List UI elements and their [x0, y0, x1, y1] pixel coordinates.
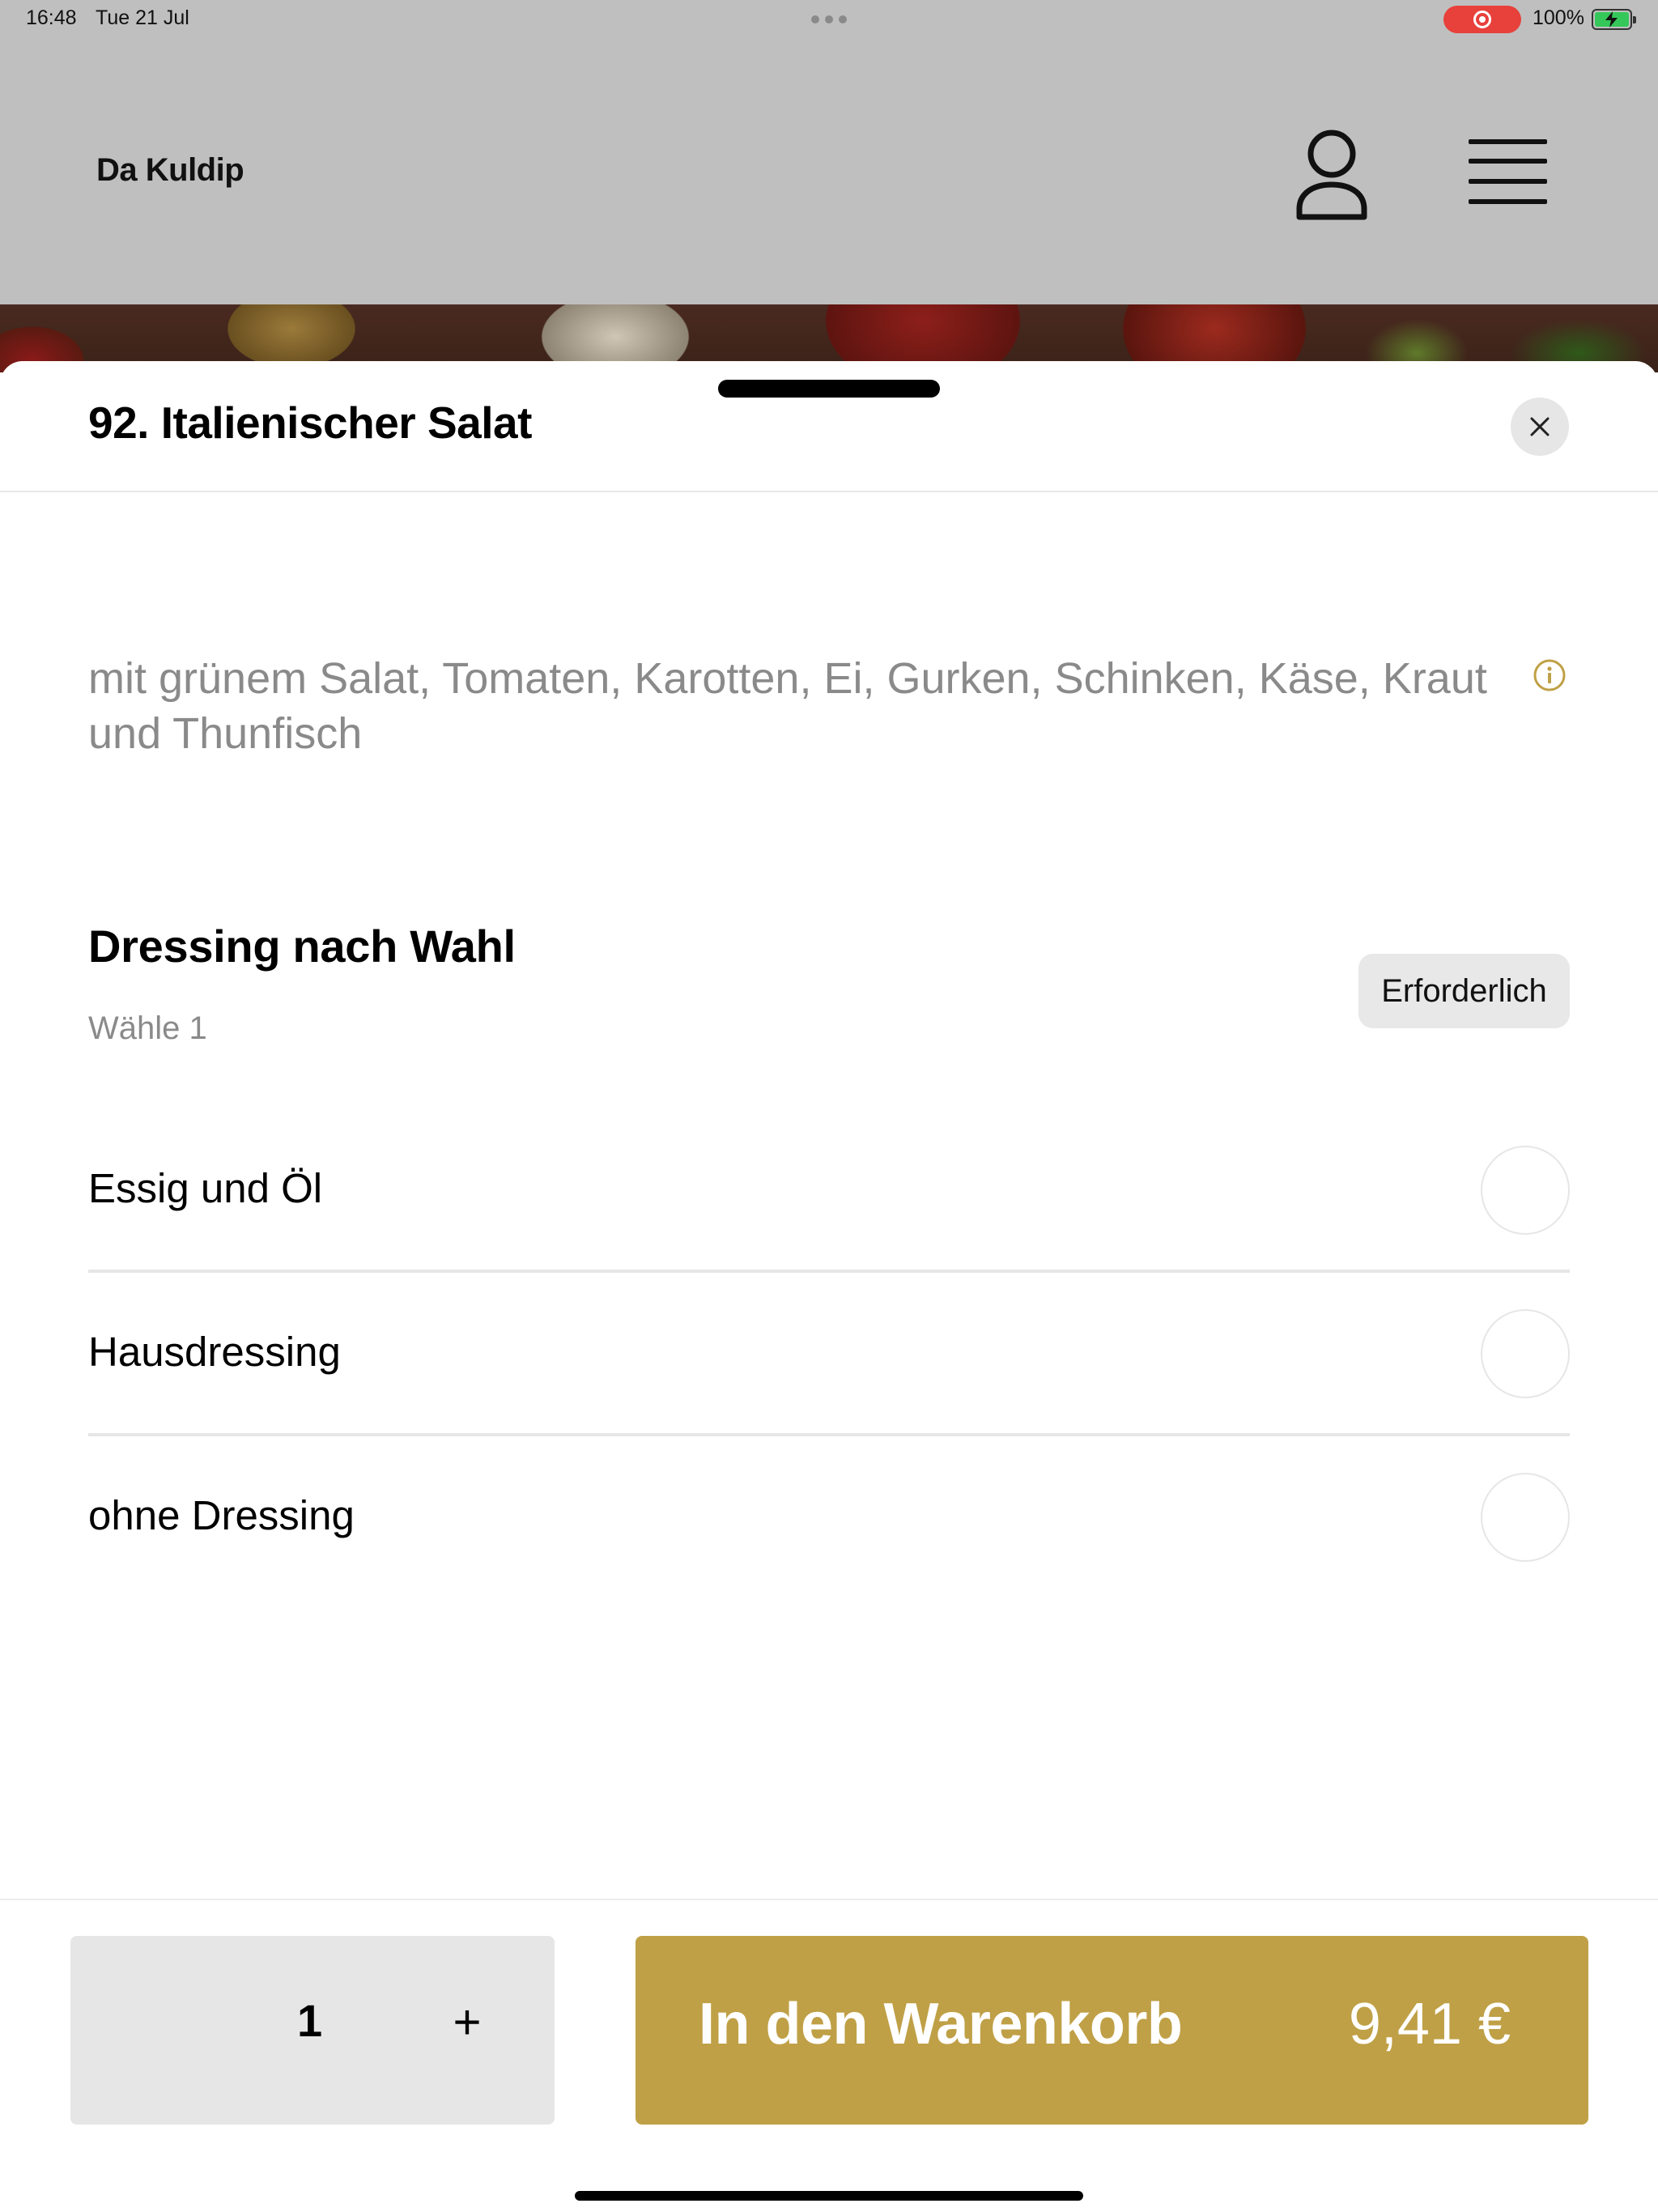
- option-group-title: Dressing nach Wahl: [88, 921, 516, 972]
- add-to-cart-label: In den Warenkorb: [699, 1992, 1183, 2057]
- option-radio[interactable]: [1481, 1146, 1570, 1235]
- status-time: 16:48: [26, 6, 77, 29]
- info-circle-icon[interactable]: [1533, 658, 1567, 692]
- hamburger-menu-icon[interactable]: [1465, 134, 1550, 211]
- sheet-grabber[interactable]: [718, 380, 940, 398]
- app-header: Da Kuldip: [0, 39, 1658, 304]
- header-divider: [0, 491, 1658, 492]
- home-indicator[interactable]: [575, 2191, 1083, 2201]
- option-label: Hausdressing: [88, 1329, 341, 1375]
- option-group-subtitle: Wähle 1: [88, 1010, 207, 1046]
- battery-percentage: 100%: [1533, 6, 1584, 29]
- status-bar: 16:48 Tue 21 Jul 100%: [0, 0, 1658, 39]
- option-label: ohne Dressing: [88, 1492, 355, 1538]
- profile-icon[interactable]: [1291, 126, 1372, 223]
- option-row-ohne-dressing[interactable]: ohne Dressing: [88, 1435, 1570, 1598]
- multitasking-dots-icon[interactable]: [811, 15, 847, 23]
- option-label: Essig und Öl: [88, 1165, 323, 1211]
- screen-recording-icon[interactable]: [1443, 6, 1521, 33]
- footer-divider: [0, 1899, 1658, 1900]
- product-description: mit grünem Salat, Tomaten, Karotten, Ei,…: [88, 654, 1487, 758]
- background-app: 16:48 Tue 21 Jul 100% Da Kuldip: [0, 0, 1658, 372]
- screen: 16:48 Tue 21 Jul 100% Da Kuldip 92. Ital…: [0, 0, 1658, 2212]
- increment-button[interactable]: +: [439, 1986, 495, 2059]
- close-x-icon: [1530, 417, 1550, 436]
- close-button[interactable]: [1511, 398, 1569, 456]
- product-sheet: 92. Italienischer Salat mit grünem Salat…: [0, 361, 1658, 2212]
- product-title: 92. Italienischer Salat: [88, 398, 532, 448]
- price-label: 9,41 €: [1348, 1992, 1511, 2057]
- option-row-essig-und-oel[interactable]: Essig und Öl: [88, 1108, 1570, 1271]
- quantity-value: 1: [297, 1995, 323, 2046]
- add-to-cart-button[interactable]: In den Warenkorb 9,41 €: [636, 1936, 1588, 2125]
- status-date: Tue 21 Jul: [96, 6, 189, 29]
- option-radio[interactable]: [1481, 1309, 1570, 1398]
- option-row-hausdressing[interactable]: Hausdressing: [88, 1271, 1570, 1435]
- brand-name[interactable]: Da Kuldip: [96, 152, 244, 189]
- required-badge: Erforderlich: [1358, 954, 1570, 1028]
- option-radio[interactable]: [1481, 1473, 1570, 1562]
- battery-charging-icon: [1592, 9, 1636, 30]
- quantity-stepper: 1 +: [70, 1936, 555, 2125]
